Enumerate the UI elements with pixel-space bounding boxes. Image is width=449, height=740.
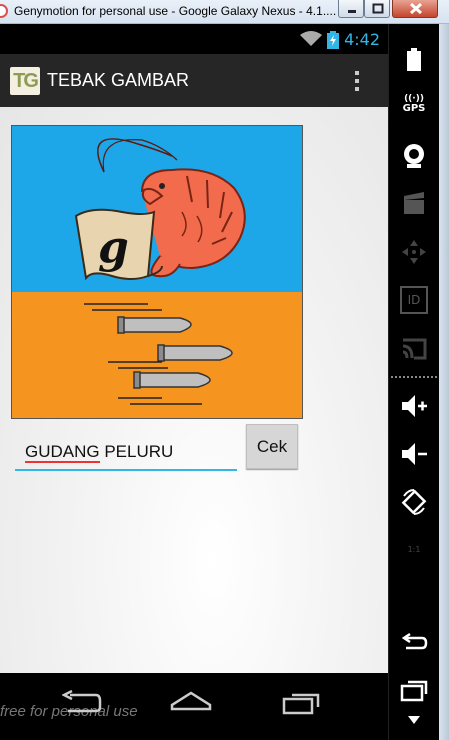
scroll-drawing: g: [74, 208, 163, 281]
check-button[interactable]: Cek: [246, 424, 298, 469]
dpad-icon[interactable]: [400, 238, 428, 266]
back-icon[interactable]: [62, 689, 102, 715]
action-bar: TG TEBAK GAMBAR: [0, 54, 388, 107]
window-frame-right: [439, 24, 449, 740]
genymotion-icon: [0, 4, 8, 18]
ground-background: [12, 292, 302, 418]
home-icon[interactable]: [170, 689, 212, 713]
webcam-icon[interactable]: [400, 142, 428, 170]
minimize-icon: [348, 10, 356, 13]
navigation-bar: free for personal use: [0, 673, 388, 740]
puzzle-image: g: [11, 125, 303, 419]
emulator-sidebar: ((·)) GPS ID 1:1: [388, 24, 439, 740]
maximize-button[interactable]: [364, 0, 390, 18]
screencast-icon[interactable]: [400, 190, 428, 218]
answer-text: GUDANG PELURU: [25, 442, 174, 463]
maximize-icon: [372, 3, 384, 14]
device-id-icon[interactable]: ID: [400, 286, 428, 314]
volume-down-icon[interactable]: [400, 440, 428, 468]
sidebar-divider: [391, 376, 437, 378]
sidebar-recent-apps-icon[interactable]: [400, 678, 428, 706]
app-title: TEBAK GAMBAR: [47, 70, 190, 90]
battery-control-icon[interactable]: [400, 46, 428, 74]
close-button[interactable]: [392, 0, 438, 18]
battery-icon: [327, 31, 339, 49]
gps-control-icon[interactable]: ((·)) GPS: [400, 94, 428, 122]
emulator-window: Genymotion for personal use - Google Gal…: [0, 0, 449, 740]
status-time: 4:42: [344, 30, 380, 49]
answer-input[interactable]: GUDANG PELURU: [15, 437, 237, 471]
puzzle-letter: g: [98, 222, 129, 273]
close-icon: [409, 2, 423, 15]
rotate-icon[interactable]: [400, 488, 428, 516]
volume-up-icon[interactable]: [400, 392, 428, 420]
window-title: Genymotion for personal use - Google Gal…: [14, 4, 337, 18]
minimize-button[interactable]: [338, 0, 364, 18]
sidebar-back-icon[interactable]: [400, 628, 428, 656]
main-content: g GUDANG PELURU Cek: [0, 107, 388, 673]
app-logo[interactable]: TG: [10, 67, 40, 95]
window-titlebar: Genymotion for personal use - Google Gal…: [0, 0, 449, 24]
cast-icon[interactable]: [400, 334, 428, 362]
scroll-down-icon[interactable]: [400, 712, 428, 740]
overflow-menu-icon[interactable]: [350, 68, 364, 94]
app-logo-text: TG: [13, 69, 39, 92]
pixel-perfect-icon[interactable]: 1:1: [400, 536, 428, 564]
recent-apps-icon[interactable]: [282, 689, 322, 715]
wifi-icon: [300, 31, 322, 46]
status-bar: 4:42: [0, 24, 388, 54]
